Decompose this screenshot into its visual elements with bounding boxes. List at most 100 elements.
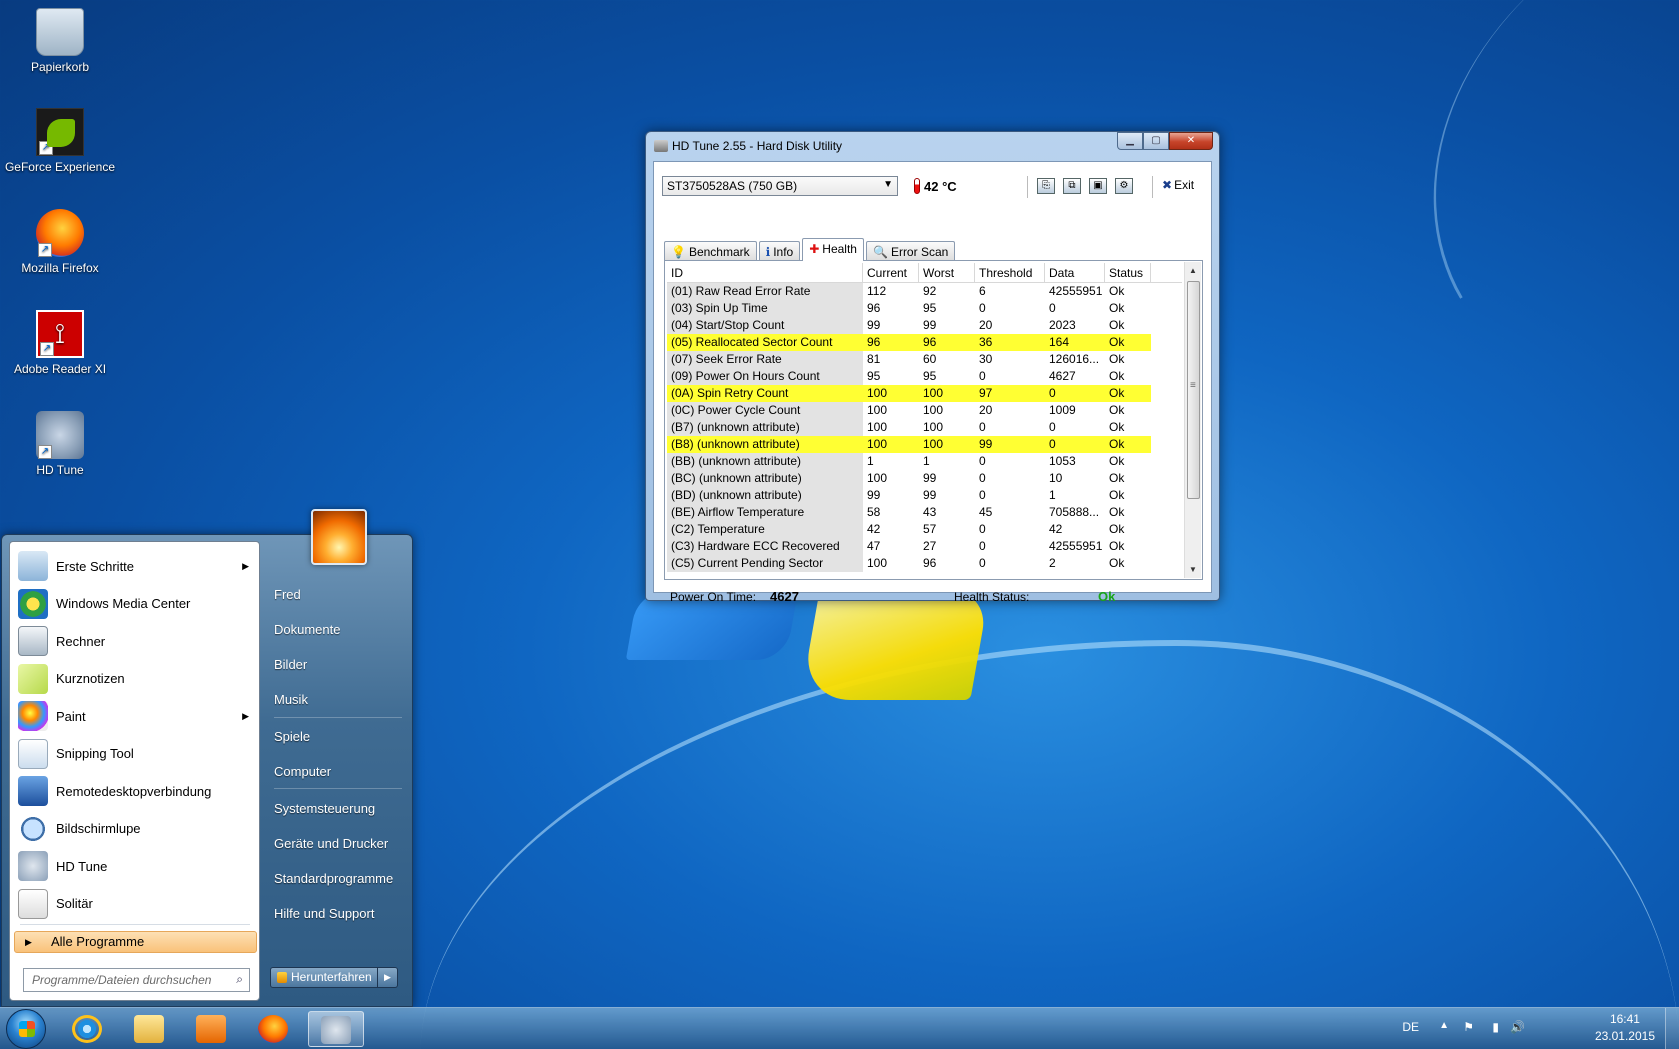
save-icon[interactable]: ▣ <box>1089 178 1107 194</box>
taskbar-internet-explorer[interactable] <box>60 1011 116 1047</box>
exit-button[interactable]: ✖ Exit <box>1162 178 1194 192</box>
tab-label: Health <box>822 242 857 256</box>
start-program-item[interactable]: Rechner <box>14 623 257 659</box>
start-program-item[interactable]: Solitär <box>14 886 257 922</box>
table-row[interactable]: (B7) (unknown attribute) 100 100 0 0 Ok <box>667 419 1182 436</box>
table-row[interactable]: (0A) Spin Retry Count 100 100 97 0 Ok <box>667 385 1182 402</box>
language-indicator[interactable]: DE <box>1402 1020 1419 1034</box>
table-row[interactable]: (C3) Hardware ECC Recovered 47 27 0 42555951… <box>667 538 1182 555</box>
vertical-scrollbar[interactable]: ▲ ▼ <box>1184 262 1201 578</box>
taskbar-firefox[interactable] <box>246 1011 302 1047</box>
table-row[interactable]: (B8) (unknown attribute) 100 100 99 0 Ok <box>667 436 1182 453</box>
all-programs-button[interactable]: Alle Programme <box>14 931 257 953</box>
scroll-up-icon[interactable]: ▲ <box>1185 262 1201 279</box>
cell-current: 100 <box>867 403 888 417</box>
column-header-id[interactable]: ID <box>667 263 863 282</box>
cell-worst: 27 <box>923 539 937 553</box>
action-center-flag-icon[interactable]: ⚑ <box>1463 1020 1474 1034</box>
start-program-item[interactable]: Erste Schritte ▶ <box>14 548 257 584</box>
cell-threshold: 36 <box>975 334 1045 351</box>
table-row[interactable]: (BC) (unknown attribute) 100 99 0 10 Ok <box>667 470 1182 487</box>
table-row[interactable]: (C2) Temperature 42 57 0 42 Ok <box>667 521 1182 538</box>
tab-info[interactable]: ℹ Info <box>758 241 801 261</box>
scroll-down-icon[interactable]: ▼ <box>1185 561 1201 578</box>
table-row[interactable]: (01) Raw Read Error Rate 112 92 6 42555951 Ok <box>667 283 1182 300</box>
hd-tune-icon: ↗ <box>36 411 84 459</box>
table-row[interactable]: (BE) Airflow Temperature 58 43 45 705888... O… <box>667 504 1182 521</box>
desktop-icon-hd-tune[interactable]: ↗ HD Tune <box>0 411 120 477</box>
column-header-status[interactable]: Status <box>1105 263 1151 282</box>
tab-health[interactable]: ✚ Health <box>802 238 864 261</box>
maximize-button[interactable]: ▢ <box>1143 132 1169 150</box>
hd-tune-window: HD Tune 2.55 - Hard Disk Utility ▁ ▢ ✕ S… <box>645 131 1220 604</box>
desktop-icon-recycle-bin[interactable]: Papierkorb <box>0 8 120 74</box>
tab-error-scan[interactable]: 🔍 Error Scan <box>865 241 956 261</box>
clock-date: 23.01.2015 <box>1594 1029 1655 1043</box>
minimize-button[interactable]: ▁ <box>1117 132 1143 150</box>
health-status-label: Health Status: <box>954 590 1030 604</box>
start-place-item[interactable]: Musik <box>274 692 308 707</box>
table-row[interactable]: (BD) (unknown attribute) 99 99 0 1 Ok <box>667 487 1182 504</box>
start-program-item[interactable]: HD Tune <box>14 848 257 884</box>
cell-data: 1053 <box>1049 454 1076 468</box>
show-desktop-button[interactable] <box>1665 1008 1679 1049</box>
table-row[interactable]: (07) Seek Error Rate 81 60 30 126016... Ok <box>667 351 1182 368</box>
show-hidden-icons-icon[interactable]: ▲ <box>1439 1020 1449 1031</box>
clock[interactable]: 16:41 23.01.2015 <box>1595 1011 1655 1045</box>
desktop-icon-firefox[interactable]: ↗ Mozilla Firefox <box>0 209 120 275</box>
start-program-item[interactable]: Bildschirmlupe <box>14 811 257 847</box>
shutdown-button[interactable]: Herunterfahren <box>270 967 378 988</box>
start-place-item[interactable]: Standardprogramme <box>274 871 393 886</box>
start-program-item[interactable]: Kurznotizen <box>14 661 257 697</box>
copy-text-icon[interactable]: ⎘ <box>1037 178 1055 194</box>
program-label: Kurznotizen <box>56 671 125 686</box>
start-place-item[interactable]: Dokumente <box>274 622 340 637</box>
user-picture[interactable] <box>311 509 367 565</box>
drive-select[interactable]: ST3750528AS (750 GB) ▼ <box>662 176 898 196</box>
start-program-item[interactable]: Remotedesktopverbindung <box>14 773 257 809</box>
table-row[interactable]: (05) Reallocated Sector Count 96 96 36 164 Ok <box>667 334 1182 351</box>
desktop-icon-adobe-reader[interactable]: ↗ Adobe Reader XI <box>0 310 120 376</box>
start-place-item[interactable]: Fred <box>274 587 301 602</box>
cell-data: 126016... <box>1049 352 1100 366</box>
copy-image-icon[interactable]: ⧉ <box>1063 178 1081 194</box>
power-on-value: 4627 <box>770 589 799 604</box>
start-place-item[interactable]: Geräte und Drucker <box>274 836 388 851</box>
taskbar-hd-tune[interactable] <box>308 1011 364 1047</box>
taskbar-media-player[interactable] <box>184 1011 240 1047</box>
table-row[interactable]: (09) Power On Hours Count 95 95 0 4627 Ok <box>667 368 1182 385</box>
column-header-worst[interactable]: Worst <box>919 263 975 282</box>
start-program-item[interactable]: Windows Media Center <box>14 586 257 622</box>
cell-status: Ok <box>1109 369 1125 383</box>
column-header-threshold[interactable]: Threshold <box>975 263 1045 282</box>
start-place-item[interactable]: Systemsteuerung <box>274 801 375 816</box>
volume-icon[interactable]: 🔊 <box>1510 1020 1525 1034</box>
taskbar-explorer[interactable] <box>122 1011 178 1047</box>
column-header-current[interactable]: Current <box>863 263 919 282</box>
table-row[interactable]: (03) Spin Up Time 96 95 0 0 Ok <box>667 300 1182 317</box>
table-row[interactable]: (C5) Current Pending Sector 100 96 0 2 Ok <box>667 555 1182 572</box>
start-place-item[interactable]: Computer <box>274 764 331 779</box>
tab-benchmark[interactable]: 💡 Benchmark <box>664 241 757 261</box>
options-icon[interactable]: ⚙ <box>1115 178 1133 194</box>
start-program-item[interactable]: Snipping Tool <box>14 736 257 772</box>
table-row[interactable]: (0C) Power Cycle Count 100 100 20 1009 Ok <box>667 402 1182 419</box>
start-place-item[interactable]: Bilder <box>274 657 307 672</box>
table-row[interactable]: (BB) (unknown attribute) 1 1 0 1053 Ok <box>667 453 1182 470</box>
desktop-icon-geforce[interactable]: ↗ GeForce Experience <box>0 108 120 174</box>
shutdown-options-icon[interactable]: ▶ <box>378 967 398 988</box>
network-icon[interactable]: ▮ <box>1492 1020 1499 1034</box>
start-place-item[interactable]: Spiele <box>274 729 310 744</box>
start-place-item[interactable]: Hilfe und Support <box>274 906 374 921</box>
scrollbar-thumb[interactable] <box>1187 281 1200 499</box>
search-placeholder: Programme/Dateien durchsuchen <box>32 973 212 987</box>
close-button[interactable]: ✕ <box>1169 132 1213 150</box>
table-row[interactable]: (04) Start/Stop Count 99 99 20 2023 Ok <box>667 317 1182 334</box>
cell-data: 1009 <box>1049 403 1076 417</box>
start-button[interactable] <box>6 1009 46 1049</box>
search-input[interactable]: Programme/Dateien durchsuchen ⌕ <box>23 968 250 992</box>
column-header-data[interactable]: Data <box>1045 263 1105 282</box>
start-program-item[interactable]: Paint ▶ <box>14 698 257 734</box>
cell-current: 99 <box>867 488 881 502</box>
hd-tune-app-icon[interactable] <box>654 140 668 152</box>
